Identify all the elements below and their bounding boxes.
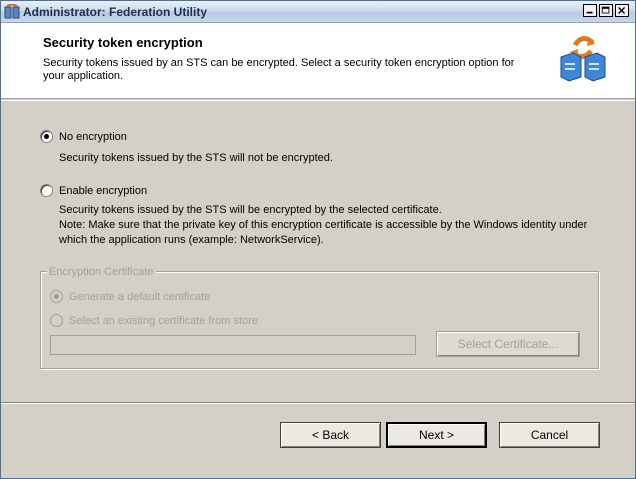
next-button[interactable]: Next > — [386, 422, 487, 448]
page-description: Security tokens issued by an STS can be … — [43, 57, 515, 82]
page-title: Security token encryption — [43, 35, 203, 50]
generate-default-certificate-radio[interactable] — [50, 290, 63, 303]
enable-encryption-note-continued: which the application runs (example: Net… — [59, 234, 324, 246]
back-button[interactable]: < Back — [280, 422, 381, 448]
enable-encryption-description: Security tokens issued by the STS will b… — [59, 204, 442, 216]
federation-servers-icon — [560, 36, 606, 82]
certificate-field[interactable] — [50, 335, 416, 355]
close-icon — [618, 7, 626, 14]
header-divider — [1, 100, 635, 101]
enable-encryption-label[interactable]: Enable encryption — [59, 185, 147, 197]
minimize-icon — [586, 11, 593, 14]
title-bar[interactable]: Administrator: Federation Utility — [1, 1, 635, 23]
select-existing-certificate-radio[interactable] — [50, 314, 63, 327]
maximize-button[interactable] — [599, 4, 613, 17]
enable-encryption-note: Note: Make sure that the private key of … — [59, 219, 588, 231]
close-button[interactable] — [615, 4, 629, 17]
generate-default-certificate-label[interactable]: Generate a default certificate — [69, 291, 210, 303]
wizard-header: Security token encryption Security token… — [1, 23, 635, 99]
maximize-icon — [601, 6, 610, 14]
footer-divider — [1, 402, 635, 404]
caption-buttons — [581, 4, 629, 17]
encryption-certificate-legend: Encryption Certificate — [47, 266, 156, 278]
minimize-button[interactable] — [583, 4, 597, 17]
enable-encryption-radio[interactable] — [40, 184, 53, 197]
select-existing-certificate-label[interactable]: Select an existing certificate from stor… — [69, 315, 258, 327]
cancel-button[interactable]: Cancel — [499, 422, 600, 448]
window-title: Administrator: Federation Utility — [23, 5, 208, 19]
no-encryption-radio[interactable] — [40, 130, 53, 143]
no-encryption-description: Security tokens issued by the STS will n… — [59, 152, 333, 164]
no-encryption-label[interactable]: No encryption — [59, 131, 127, 143]
federation-utility-window: Administrator: Federation Utility Securi… — [0, 0, 636, 479]
federation-app-icon — [4, 4, 20, 19]
select-certificate-button[interactable]: Select Certificate... — [436, 331, 580, 357]
